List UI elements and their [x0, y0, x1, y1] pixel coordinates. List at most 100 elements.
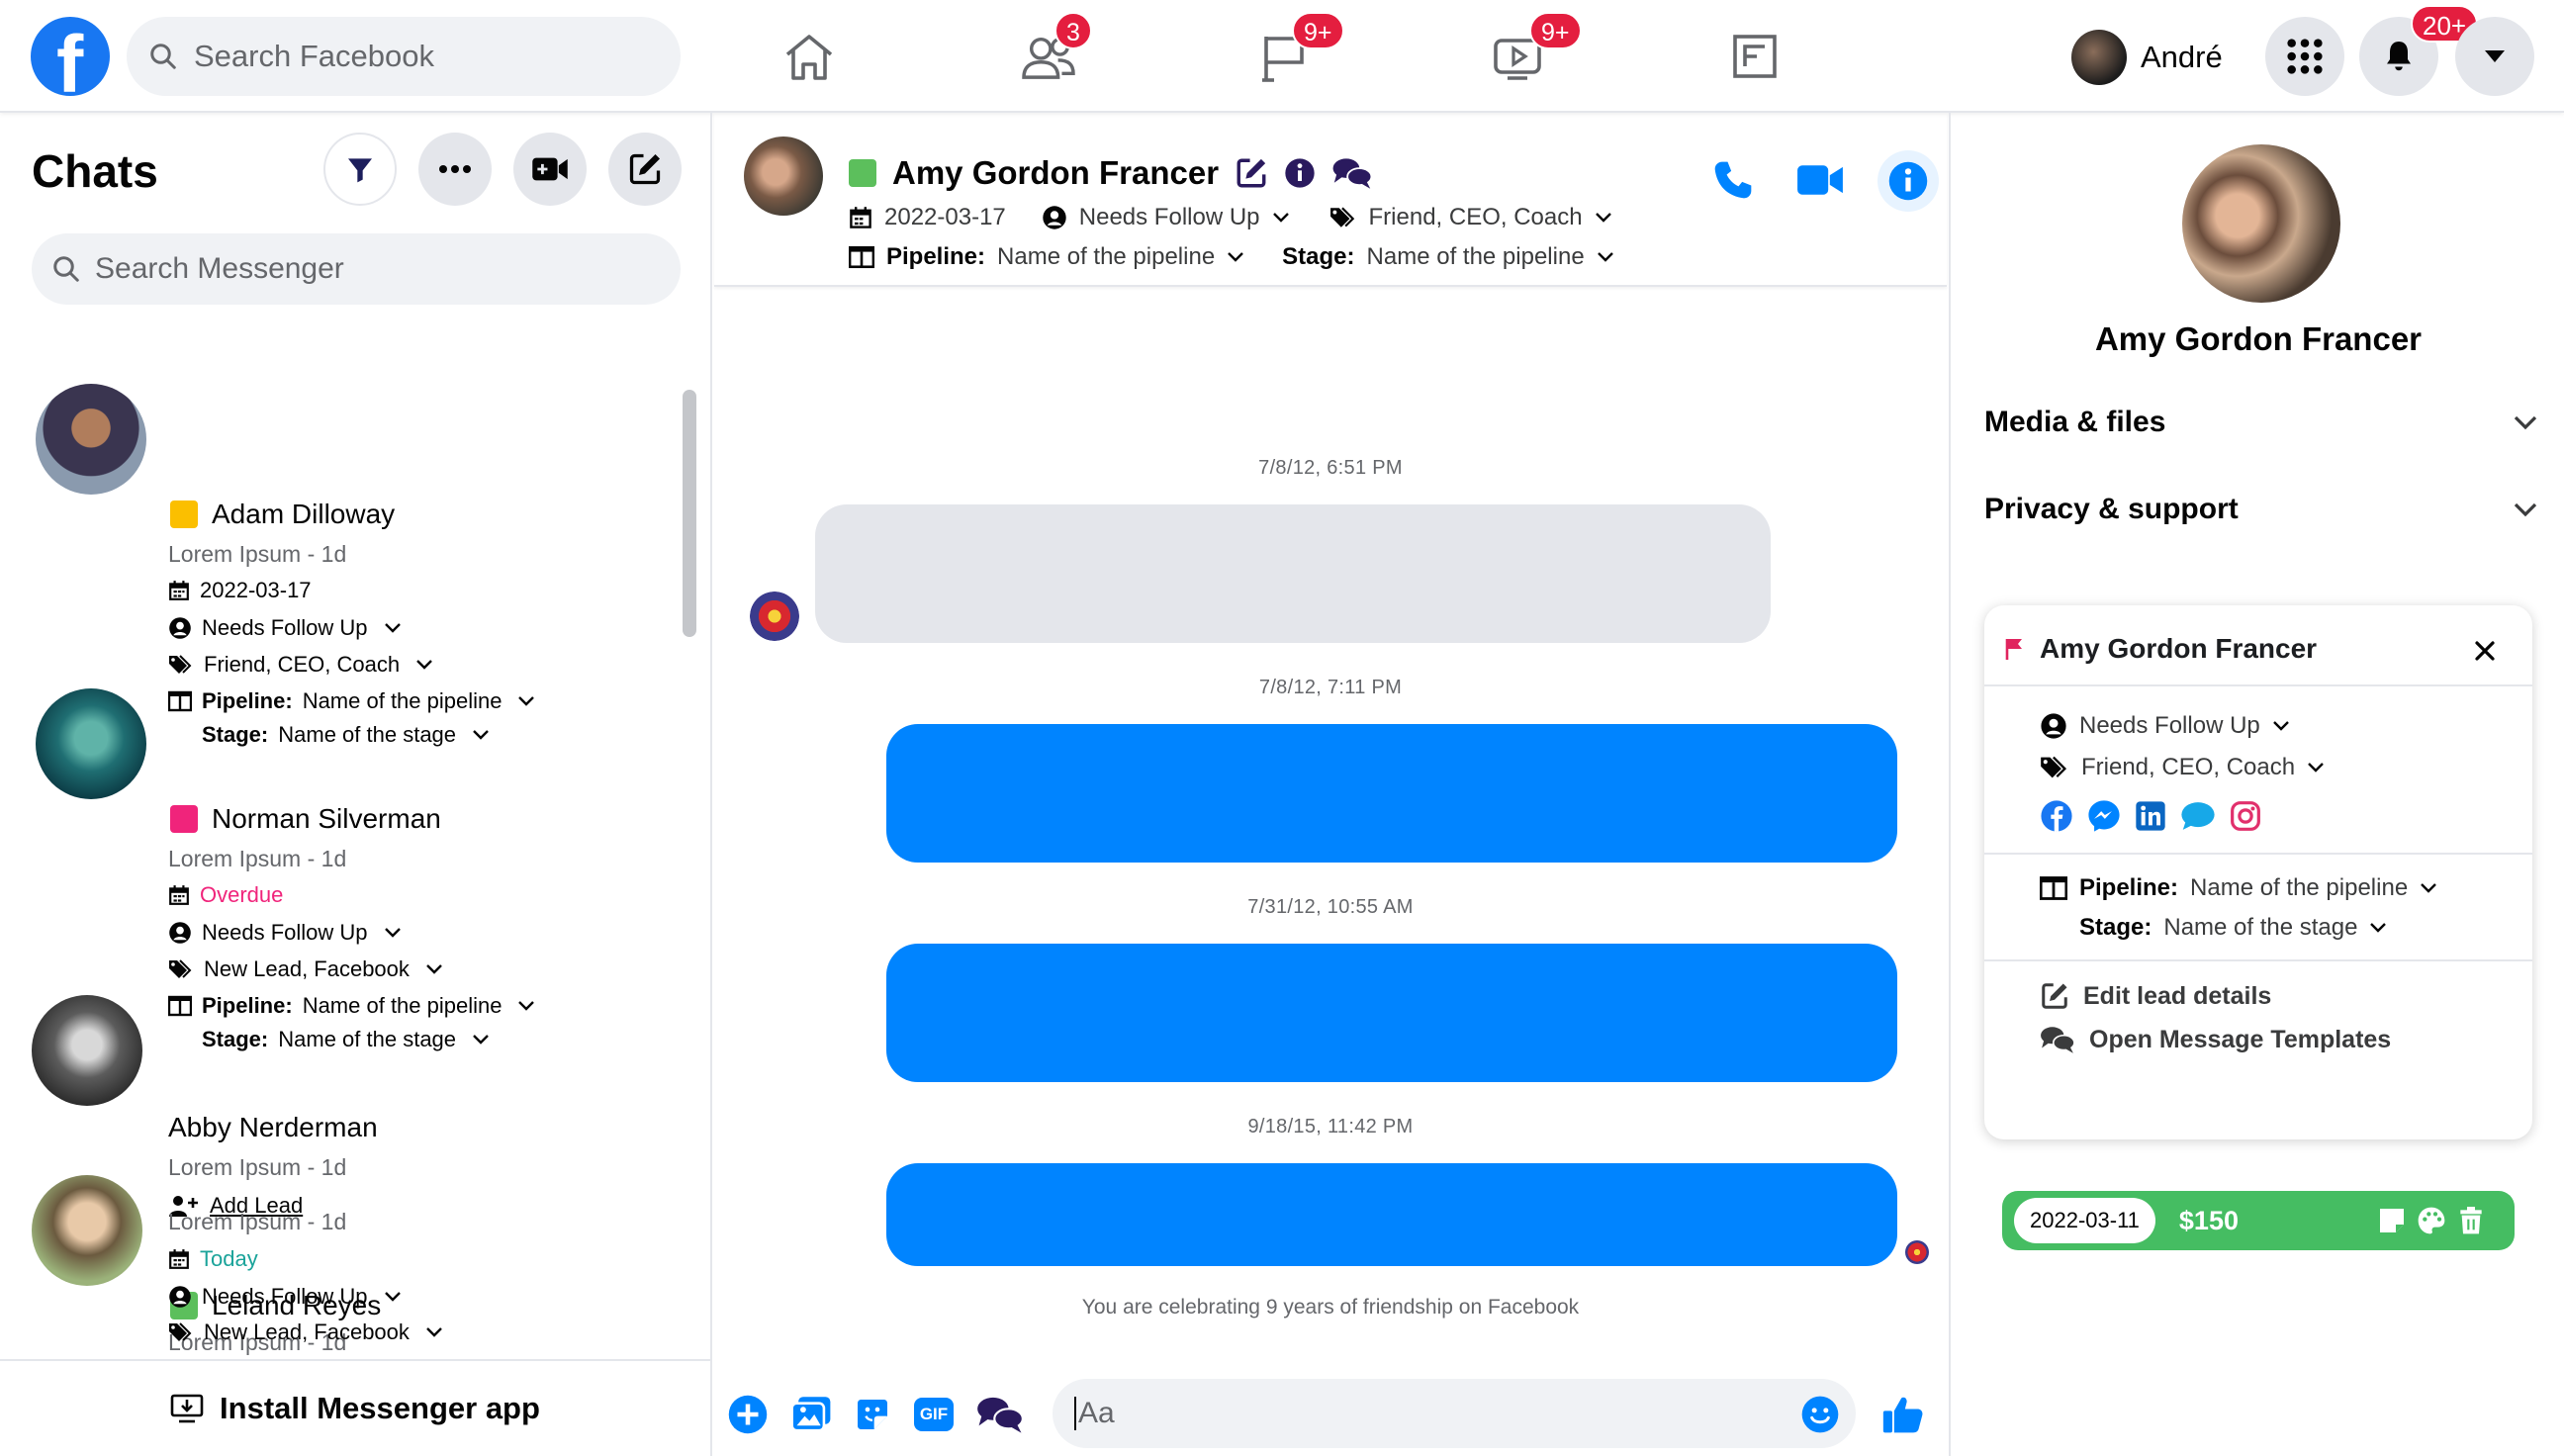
close-icon	[2475, 641, 2495, 661]
sender-avatar	[750, 592, 799, 641]
chevron-down-icon	[2272, 721, 2289, 731]
edit-lead-details-button[interactable]: Edit lead details	[2040, 981, 2271, 1011]
chat-list-scrollbar[interactable]	[683, 390, 696, 637]
chevron-down-icon[interactable]	[1597, 251, 1614, 263]
user-circle-icon	[169, 1286, 191, 1308]
contact-pipeline-row: Pipeline: Name of the pipeline Stage: Na…	[849, 243, 1614, 271]
thumbs-up-icon	[1882, 1397, 1923, 1433]
profile-avatar	[2071, 30, 2127, 85]
new-message-button[interactable]	[608, 133, 682, 206]
install-messenger-footer[interactable]: Install Messenger app	[0, 1359, 710, 1456]
chevron-down-icon[interactable]	[1227, 251, 1244, 263]
message-preview: Lorem Ipsum - 1d	[168, 1209, 347, 1234]
palette-icon[interactable]	[2416, 1205, 2447, 1236]
lead-tags: New Lead, Facebook	[204, 956, 410, 981]
watch-nav-button[interactable]: 9+	[1478, 12, 1582, 91]
attach-photo-button[interactable]	[787, 1391, 835, 1438]
tags-icon	[1329, 207, 1354, 228]
privacy-support-section[interactable]: Privacy & support	[1984, 493, 2538, 526]
lead-pipeline-row[interactable]: Pipeline: Name of the pipeline	[2040, 874, 2437, 902]
profile-button[interactable]: André	[2071, 28, 2223, 87]
lead-date: 2022-03-17	[200, 578, 312, 602]
chat-item-adam-dilloway[interactable]: Adam Dilloway Lorem Ipsum - 1d 2022-03-1…	[0, 378, 683, 747]
facebook-logo[interactable]: f	[31, 17, 110, 96]
label-color-square	[170, 805, 198, 833]
contact-status[interactable]: Needs Follow Up	[1079, 204, 1260, 231]
deal-date: 2022-03-11	[2014, 1198, 2155, 1243]
deal-row[interactable]: 2022-03-11 $150	[2002, 1191, 2515, 1250]
outgoing-message-bubble[interactable]	[886, 944, 1897, 1082]
outgoing-message-bubble[interactable]	[886, 724, 1897, 863]
lead-status: Needs Follow Up	[2079, 712, 2260, 739]
chat-bubbles-icon	[977, 1397, 1024, 1433]
open-message-templates-button[interactable]: Open Message Templates	[2040, 1025, 2391, 1054]
edit-icon[interactable]	[1235, 156, 1268, 190]
tags-row[interactable]: Friend, CEO, Coach	[168, 652, 433, 678]
close-card-button[interactable]	[2465, 631, 2505, 671]
linkedin-icon[interactable]	[2135, 800, 2166, 832]
chat-item-abby-nerderman[interactable]: Abby Nerderman Lorem Ipsum - 1d Add Lead	[0, 991, 683, 1218]
video-call-button[interactable]	[1790, 150, 1850, 210]
chat-bubbles-icon[interactable]	[1331, 156, 1373, 190]
instagram-icon[interactable]	[2230, 800, 2261, 832]
lead-stage-row[interactable]: Stage: Name of the stage	[2079, 914, 2387, 942]
status-row[interactable]: Needs Follow Up	[168, 920, 402, 946]
lead-date-today: Today	[200, 1246, 258, 1271]
contact-avatar[interactable]	[744, 136, 823, 216]
message-input[interactable]: Aa	[1053, 1379, 1856, 1448]
tags-row[interactable]: New Lead, Facebook	[168, 1320, 443, 1345]
outgoing-message-bubble[interactable]	[886, 1163, 1897, 1266]
messenger-search-input[interactable]: Search Messenger	[32, 233, 681, 305]
chat-item-norman-silverman[interactable]: Norman Silverman Lorem Ipsum - 1d Overdu…	[0, 682, 683, 1051]
messenger-icon[interactable]	[2087, 799, 2121, 833]
gaming-nav-button[interactable]	[1715, 22, 1794, 91]
chevron-down-icon[interactable]	[1595, 212, 1612, 224]
lead-date-overdue: Overdue	[200, 882, 284, 907]
menu-button[interactable]	[2265, 17, 2344, 96]
friends-badge: 3	[1054, 12, 1092, 49]
chat-name-row: Adam Dilloway	[170, 499, 395, 530]
more-actions-button[interactable]	[724, 1391, 772, 1438]
media-files-section[interactable]: Media & files	[1984, 406, 2538, 439]
account-dropdown-button[interactable]	[2455, 17, 2534, 96]
more-options-button[interactable]	[418, 133, 492, 206]
like-button[interactable]	[1877, 1391, 1929, 1438]
friends-nav-button[interactable]: 3	[1009, 12, 1092, 91]
gif-button[interactable]: GIF	[910, 1391, 958, 1438]
pages-nav-button[interactable]: 9+	[1244, 12, 1344, 91]
facebook-search-input[interactable]: Search Facebook	[127, 17, 681, 96]
info-icon[interactable]	[1284, 157, 1316, 189]
home-nav-button[interactable]	[770, 22, 849, 91]
lead-status-row[interactable]: Needs Follow Up	[2040, 712, 2290, 740]
contact-name-row: Amy Gordon Francer	[849, 154, 1373, 192]
chevron-down-icon[interactable]	[1272, 212, 1290, 224]
tags-icon	[169, 655, 192, 674]
audio-call-button[interactable]	[1703, 150, 1763, 210]
friendship-celebration-notice: You are celebrating 9 years of friendshi…	[1081, 1296, 1580, 1319]
facebook-icon[interactable]	[2040, 799, 2073, 833]
chat-name-row: Norman Silverman	[170, 803, 441, 835]
status-row[interactable]: Needs Follow Up	[168, 1284, 402, 1310]
conversation-info-button[interactable]	[1877, 150, 1939, 212]
templates-label: Open Message Templates	[2089, 1025, 2392, 1053]
tags-row[interactable]: New Lead, Facebook	[168, 956, 443, 982]
status-row[interactable]: Needs Follow Up	[168, 615, 402, 641]
chevron-down-icon	[426, 964, 442, 974]
sticker-button[interactable]	[849, 1391, 896, 1438]
lead-tags: Friend, CEO, Coach	[204, 652, 401, 677]
note-icon[interactable]	[2376, 1205, 2408, 1236]
incoming-message-bubble[interactable]	[815, 504, 1771, 643]
stage-value[interactable]: Name of the pipeline	[1367, 243, 1585, 271]
sms-chat-icon[interactable]	[2180, 800, 2216, 832]
message-templates-button[interactable]	[973, 1391, 1027, 1438]
trash-icon[interactable]	[2455, 1205, 2487, 1236]
divider	[1984, 684, 2532, 686]
emoji-icon[interactable]	[1800, 1395, 1840, 1434]
pipeline-value[interactable]: Name of the pipeline	[997, 243, 1215, 271]
notifications-button[interactable]: 20+	[2359, 5, 2479, 96]
new-video-call-button[interactable]	[513, 133, 587, 206]
lead-tags-row[interactable]: Friend, CEO, Coach	[2040, 754, 2325, 781]
contact-tags[interactable]: Friend, CEO, Coach	[1369, 204, 1583, 231]
lead-tags: New Lead, Facebook	[204, 1320, 410, 1344]
filter-button[interactable]	[323, 133, 397, 206]
